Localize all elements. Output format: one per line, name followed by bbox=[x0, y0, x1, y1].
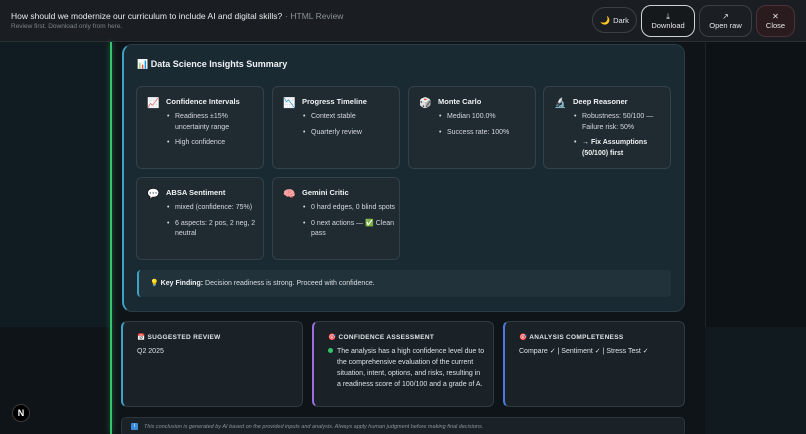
download-icon: ⤓ bbox=[666, 12, 670, 21]
suggested-review-card: 📅 SUGGESTED REVIEW Q2 2025 bbox=[121, 321, 303, 407]
suggested-review-title: 📅 SUGGESTED REVIEW bbox=[137, 334, 221, 341]
tile-monte-carlo: 🎲 Monte Carlo Median 100.0%Success rate:… bbox=[408, 86, 536, 169]
chart-up-icon: 📈 bbox=[147, 98, 160, 109]
suggested-review-value: Q2 2025 bbox=[137, 348, 164, 355]
download-button[interactable]: ⤓ Download bbox=[641, 5, 695, 37]
status-dot bbox=[328, 348, 333, 353]
open-raw-button[interactable]: ↗ Open raw bbox=[699, 5, 752, 37]
tile-progress-timeline: 📉 Progress Timeline Context stableQuarte… bbox=[272, 86, 400, 169]
tile-deep-reasoner: 🔬 Deep Reasoner Robustness: 50/100 — Fai… bbox=[543, 86, 671, 169]
insights-summary-title: 📊 Data Science Insights Summary bbox=[137, 59, 288, 69]
confidence-assessment-title: 🎯 CONFIDENCE ASSESSMENT bbox=[328, 334, 435, 341]
close-icon: ✕ bbox=[772, 12, 779, 21]
brain-icon: 🧠 bbox=[283, 189, 296, 200]
dice-icon: 🎲 bbox=[419, 98, 432, 109]
tile-absa-sentiment: 💬 ABSA Sentiment mixed (confidence: 75%)… bbox=[136, 177, 264, 260]
dark-mode-button[interactable]: 🌙 Dark bbox=[592, 7, 637, 33]
timeline-line bbox=[110, 42, 112, 434]
chart-down-icon: 📉 bbox=[283, 98, 296, 109]
tile-gemini-critic: 🧠 Gemini Critic 0 hard edges, 0 blind sp… bbox=[272, 177, 400, 260]
target-icon: 🎯 bbox=[328, 334, 337, 341]
lightbulb-icon: 💡 bbox=[150, 280, 159, 287]
confidence-assessment-text: The analysis has a high confidence level… bbox=[337, 348, 485, 388]
chart-icon: 📊 bbox=[137, 59, 149, 69]
analysis-completeness-title: 🎯 ANALYSIS COMPLETENESS bbox=[519, 334, 624, 341]
key-finding: 💡 Key Finding: Decision readiness is str… bbox=[137, 270, 671, 297]
ai-disclaimer: This conclusion is generated by AI based… bbox=[121, 417, 685, 434]
review-hint: Review first. Download only from here. bbox=[11, 23, 123, 30]
top-bar: How should we modernize our curriculum t… bbox=[0, 0, 806, 42]
microscope-icon: 🔬 bbox=[554, 98, 567, 109]
speech-bubble-icon: 💬 bbox=[147, 189, 160, 200]
right-panel-lower bbox=[705, 327, 806, 434]
info-icon: i bbox=[131, 423, 138, 430]
external-link-icon: ↗ bbox=[722, 12, 729, 21]
analysis-completeness-text: Compare ✓ | Sentiment ✓ | Stress Test ✓ bbox=[519, 348, 649, 355]
document-title: How should we modernize our curriculum t… bbox=[11, 11, 344, 21]
confidence-assessment-card: 🎯 CONFIDENCE ASSESSMENT The analysis has… bbox=[312, 321, 494, 407]
tile-confidence-intervals: 📈 Confidence Intervals Readiness ±15% un… bbox=[136, 86, 264, 169]
close-button[interactable]: ✕ Close bbox=[756, 5, 795, 37]
calendar-icon: 📅 bbox=[137, 334, 146, 341]
target-icon: 🎯 bbox=[519, 334, 528, 341]
moon-icon: 🌙 bbox=[600, 15, 611, 25]
analysis-completeness-card: 🎯 ANALYSIS COMPLETENESS Compare ✓ | Sent… bbox=[503, 321, 685, 407]
app-logo-badge[interactable]: N bbox=[12, 404, 30, 422]
